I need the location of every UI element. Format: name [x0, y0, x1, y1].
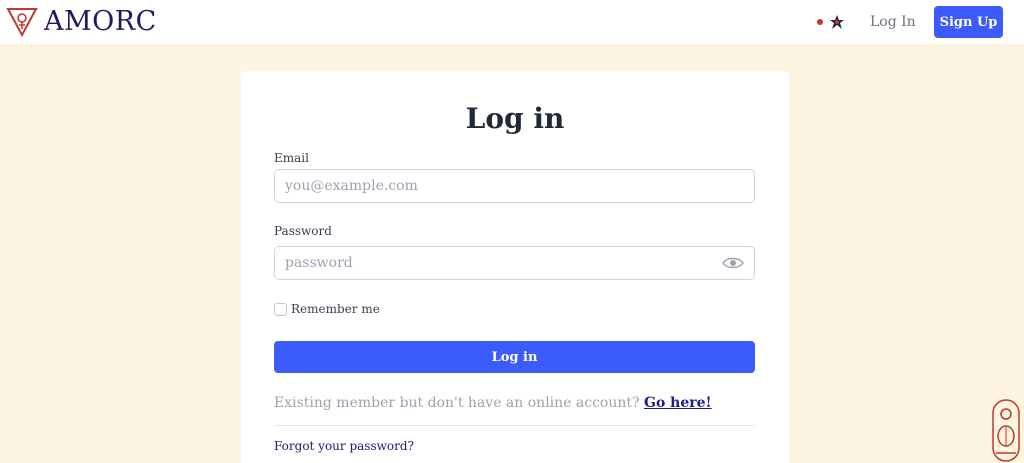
- page-title: Log in: [465, 102, 565, 135]
- signup-button[interactable]: Sign Up: [934, 6, 1003, 38]
- password-field[interactable]: password: [274, 246, 755, 280]
- existing-member-message: Existing member but don't have an online…: [274, 395, 640, 411]
- brand-name: AMORC: [44, 6, 157, 37]
- password-label: Password: [274, 224, 332, 238]
- amorc-logo-icon: [6, 8, 38, 38]
- email-field[interactable]: you@example.com: [274, 169, 755, 203]
- top-navbar: AMORC Log In Sign Up: [0, 0, 1024, 44]
- forgot-password-link[interactable]: Forgot your password?: [274, 438, 414, 454]
- language-dot-icon: [817, 19, 823, 25]
- password-placeholder: password: [285, 255, 353, 271]
- email-placeholder: you@example.com: [285, 178, 418, 194]
- remember-me-label[interactable]: Remember me: [291, 301, 380, 317]
- divider: [274, 425, 755, 426]
- eye-icon[interactable]: [722, 256, 744, 270]
- remember-me-checkbox[interactable]: [274, 303, 287, 316]
- login-button[interactable]: Log in: [274, 341, 755, 373]
- existing-member-text: Existing member but don't have an online…: [274, 393, 712, 413]
- brand-logo[interactable]: AMORC: [6, 5, 157, 39]
- scarab-cartouche-icon[interactable]: [990, 398, 1022, 463]
- email-label: Email: [274, 151, 309, 165]
- login-card: Log in Email you@example.com Password pa…: [241, 71, 789, 463]
- nav-login-link[interactable]: Log In: [870, 12, 916, 32]
- go-here-link[interactable]: Go here!: [644, 395, 712, 411]
- language-flag-icon: [830, 15, 844, 29]
- language-selector[interactable]: [817, 14, 845, 30]
